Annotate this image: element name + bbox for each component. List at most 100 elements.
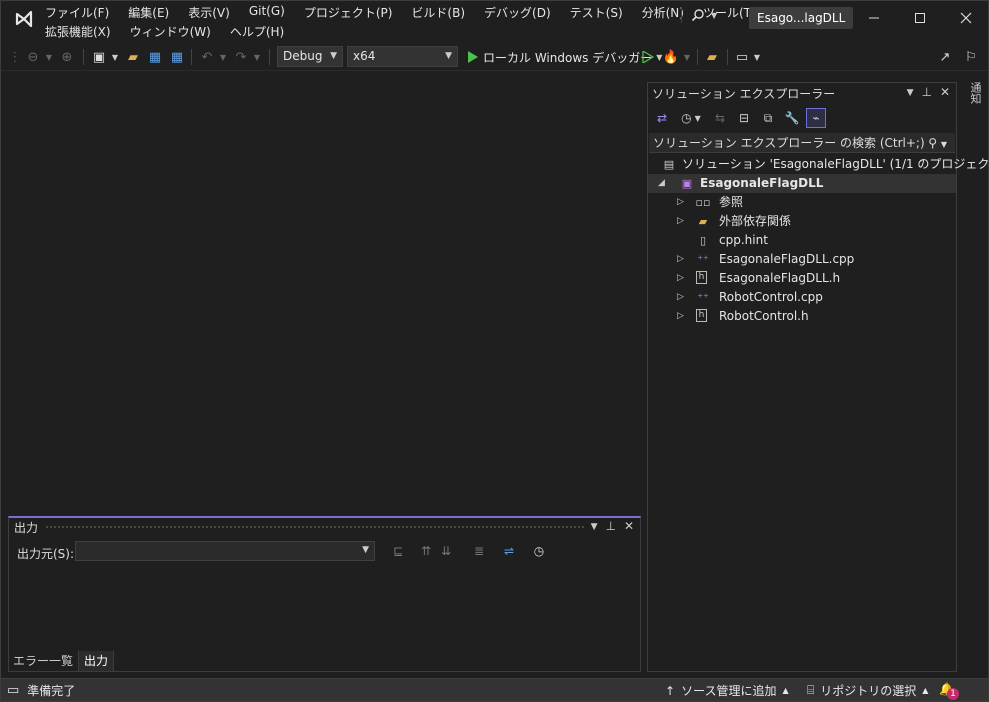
tree-item-label: RobotControl.h [719,309,809,323]
solution-explorer-panel: ソリューション エクスプローラー ▼ ⊥ ✕ ⇄ ◷ ▼ ⇆ ⊟ ⧉ 🔧 ⌁ ソ… [647,82,989,672]
solution-config-select[interactable]: Debug ▼ [277,46,343,67]
pin-icon[interactable]: ⊥ [605,519,615,535]
undo-icon[interactable]: ↶ [199,48,215,66]
comment-icon: ▭ [7,683,20,698]
redo-icon[interactable]: ↷ [233,48,249,66]
feedback-icon[interactable]: ⚐ [963,48,979,66]
save-all-icon[interactable]: ▦ [169,48,185,66]
tree-row-item[interactable]: ▷ h RobotControl.h [648,307,956,326]
pending-changes-filter-icon[interactable]: ◷ ▼ [676,108,706,128]
collapsed-arrow-icon[interactable]: ▷ [677,269,684,288]
menu-file[interactable]: ファイル(F) [45,4,118,22]
sync-with-document-icon[interactable]: ⇆ [710,108,730,128]
source-control-label: ソース管理に追加 [681,684,777,698]
collapsed-arrow-icon[interactable]: ▷ [677,250,684,269]
output-source-select[interactable]: ▼ [75,541,375,561]
back-icon[interactable]: ⊖ [25,48,41,66]
tree-row-item[interactable]: ▷ ▰ 外部依存関係 [648,212,956,231]
new-dropdown-icon[interactable]: ▼ [111,48,119,66]
menu-analyze[interactable]: 分析(N) [642,4,693,22]
layout-dropdown-icon[interactable]: ▼ [753,48,761,66]
clock-icon[interactable]: ◷ [531,543,547,559]
word-wrap-icon[interactable]: ⇌ [501,543,517,559]
tree-row-item[interactable]: ▷ h EsagonaleFlagDLL.h [648,269,956,288]
menu-test[interactable]: テスト(S) [570,4,632,22]
close-icon[interactable]: ✕ [940,85,950,101]
share-icon[interactable]: ↗ [937,48,953,66]
panel-drag-grip[interactable] [45,525,585,529]
notifications-side-tab[interactable]: 通知 [963,82,987,112]
menu-project[interactable]: プロジェクト(P) [304,4,402,22]
solution-name-badge[interactable]: Esago...lagDLL [749,7,854,29]
collapsed-arrow-icon[interactable]: ▷ [677,193,684,212]
add-to-source-control-button[interactable]: ↑ ソース管理に追加 ▲ [665,682,789,699]
menu-help[interactable]: ヘルプ(H) [230,23,293,41]
undo-dropdown-icon[interactable]: ▼ [219,48,227,66]
window-layout-icon[interactable]: ▭ [734,48,750,66]
forward-icon[interactable]: ⊕ [59,48,75,66]
collapsed-arrow-icon[interactable]: ▷ [677,212,684,231]
menu-git[interactable]: Git(G) [249,4,294,22]
menu-extensions[interactable]: 拡張機能(X) [45,23,120,41]
external-deps-icon: ▰ [698,214,708,228]
pin-icon[interactable]: ⊥ [921,85,931,101]
chevron-down-icon: ▼ [330,51,337,61]
tree-row-item[interactable]: ▷ ⁺⁺ RobotControl.cpp [648,288,956,307]
maximize-button[interactable] [897,5,943,31]
maximize-icon [915,13,925,23]
minimize-button[interactable] [851,5,897,31]
collapse-all-icon[interactable]: ⊟ [734,108,754,128]
repository-icon: ⌸ [807,683,815,697]
preview-selected-icon[interactable]: ⌁ [806,108,826,128]
tree-row-project[interactable]: ◢ ▣ EsagonaleFlagDLL [648,174,956,193]
hot-reload-icon[interactable]: 🔥 [663,48,679,66]
properties-wrench-icon[interactable]: 🔧 [782,108,802,128]
close-icon[interactable]: ✕ [624,519,634,535]
back-dropdown-icon[interactable]: ▼ [45,48,53,66]
play-icon [468,51,478,63]
menu-edit[interactable]: 編集(E) [128,4,178,22]
panel-menu-icon[interactable]: ▼ [907,85,914,101]
cpp-file-icon: ⁺⁺ [697,290,709,304]
start-debugging-button[interactable]: ローカル Windows デバッガー ▼ [467,47,662,67]
solution-explorer-search-input[interactable]: ソリューション エクスプローラー の検索 (Ctrl+;) ⚲ ▼ [649,133,955,153]
start-without-debugging-icon[interactable] [641,48,655,66]
menu-search-button[interactable]: ▼ [691,6,731,24]
tab-output[interactable]: 出力 [78,651,115,672]
clear-all-icon[interactable]: ≣ [471,543,487,559]
tree-row-solution[interactable]: ▤ ソリューション 'EsagonaleFlagDLL' (1/1 のプロジェク… [648,155,989,174]
tree-row-item[interactable]: ▯ cpp.hint [648,231,956,250]
show-all-files-icon[interactable]: ⧉ [758,108,778,128]
collapsed-arrow-icon[interactable]: ▷ [677,288,684,307]
tree-row-item[interactable]: ▷ ▫▫ 参照 [648,193,956,212]
tab-error-list[interactable]: エラー一覧 [8,651,78,672]
new-project-icon[interactable]: ▣ [91,48,107,66]
expanded-arrow-icon[interactable]: ◢ [658,174,665,193]
select-repository-button[interactable]: ⌸ リポジトリの選択 ▲ [807,682,928,699]
save-icon[interactable]: ▦ [147,48,163,66]
tree-row-item[interactable]: ▷ ⁺⁺ EsagonaleFlagDLL.cpp [648,250,956,269]
close-window-button[interactable] [943,5,989,31]
solution-folder-icon[interactable]: ▰ [704,48,720,66]
switch-views-icon[interactable]: ⇄ [652,108,672,128]
find-message-icon[interactable]: ⊑ [390,543,406,559]
platform-select[interactable]: x64 ▼ [347,46,458,67]
menu-view[interactable]: 表示(V) [188,4,239,22]
menu-debug[interactable]: デバッグ(D) [484,4,560,22]
previous-message-icon[interactable]: ⇈ [418,543,434,559]
panel-menu-icon[interactable]: ▼ [591,519,598,535]
next-message-icon[interactable]: ⇊ [438,543,454,559]
hot-reload-dropdown-icon[interactable]: ▼ [683,48,691,66]
menu-build[interactable]: ビルド(B) [411,4,474,22]
solution-icon: ▤ [663,157,675,171]
toolbar-separator [83,49,84,65]
menu-window[interactable]: ウィンドウ(W) [130,23,220,41]
editor-area[interactable] [1,72,641,512]
chevron-down-icon: ▼ [711,10,718,20]
solution-explorer-toolbar: ⇄ ◷ ▼ ⇆ ⊟ ⧉ 🔧 ⌁ [652,107,826,129]
open-folder-icon[interactable]: ▰ [125,48,141,66]
collapsed-arrow-icon[interactable]: ▷ [677,307,684,326]
solution-label: ソリューション 'EsagonaleFlagDLL' (1/1 のプロジェクト) [682,157,989,171]
menu-separator [681,7,682,23]
redo-dropdown-icon[interactable]: ▼ [253,48,261,66]
